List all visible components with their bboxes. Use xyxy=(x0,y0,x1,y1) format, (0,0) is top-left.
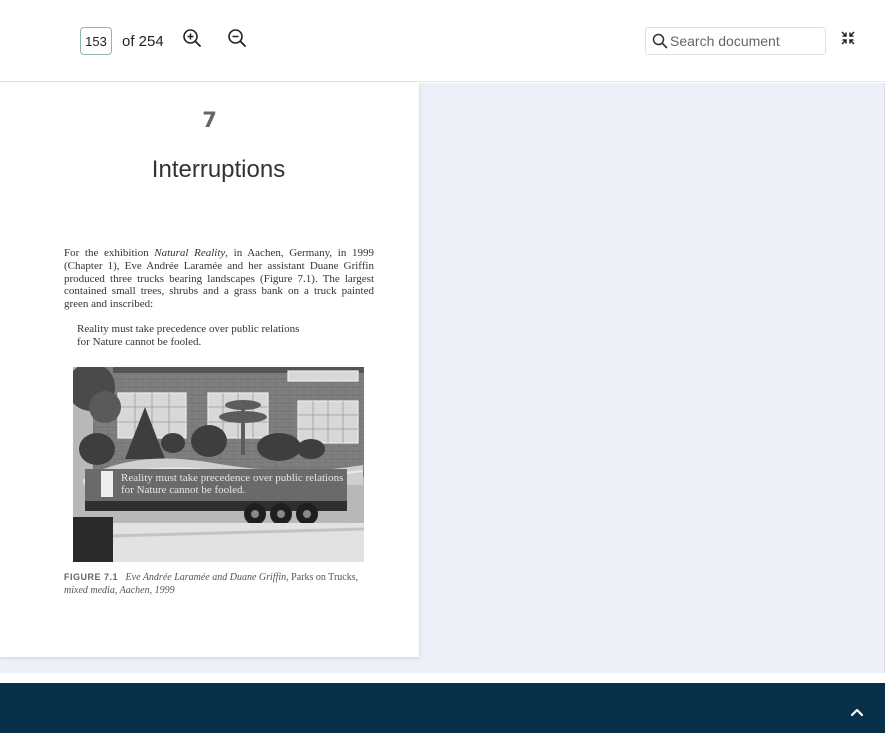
viewer-toolbar: of 254 xyxy=(0,0,885,82)
block-quote: Reality must take precedence over public… xyxy=(77,323,300,348)
body-paragraph: For the exhibition Natural Reality, in A… xyxy=(64,247,375,311)
zoom-out-button[interactable] xyxy=(225,26,249,50)
search-input[interactable] xyxy=(670,33,820,49)
search-icon xyxy=(652,33,668,49)
exit-fullscreen-button[interactable] xyxy=(836,26,860,50)
figure-photo: Reality must take precedence over public… xyxy=(73,367,364,562)
search-box[interactable] xyxy=(645,27,826,55)
chevron-up-icon xyxy=(850,708,864,717)
truck-sign-line1: Reality must take precedence over public… xyxy=(121,472,343,484)
zoom-out-icon xyxy=(228,29,246,47)
scroll-up-button[interactable] xyxy=(849,705,865,717)
zoom-in-button[interactable] xyxy=(180,26,204,50)
truck-sign-line2: for Nature cannot be fooled. xyxy=(121,484,246,496)
page-total-label: of 254 xyxy=(122,33,164,50)
zoom-in-icon xyxy=(183,29,201,47)
collapse-icon xyxy=(841,31,855,45)
document-page: 7 Interruptions For the exhibition Natur… xyxy=(0,83,419,657)
chapter-number: 7 xyxy=(202,108,217,132)
footer-bar xyxy=(0,683,885,733)
document-viewer[interactable]: 7 Interruptions For the exhibition Natur… xyxy=(0,83,885,673)
figure-caption: FIGURE 7.1 Eve Andrée Laramée and Duane … xyxy=(64,572,359,596)
page-number-input[interactable] xyxy=(80,27,112,55)
chapter-title: Interruptions xyxy=(151,156,286,183)
